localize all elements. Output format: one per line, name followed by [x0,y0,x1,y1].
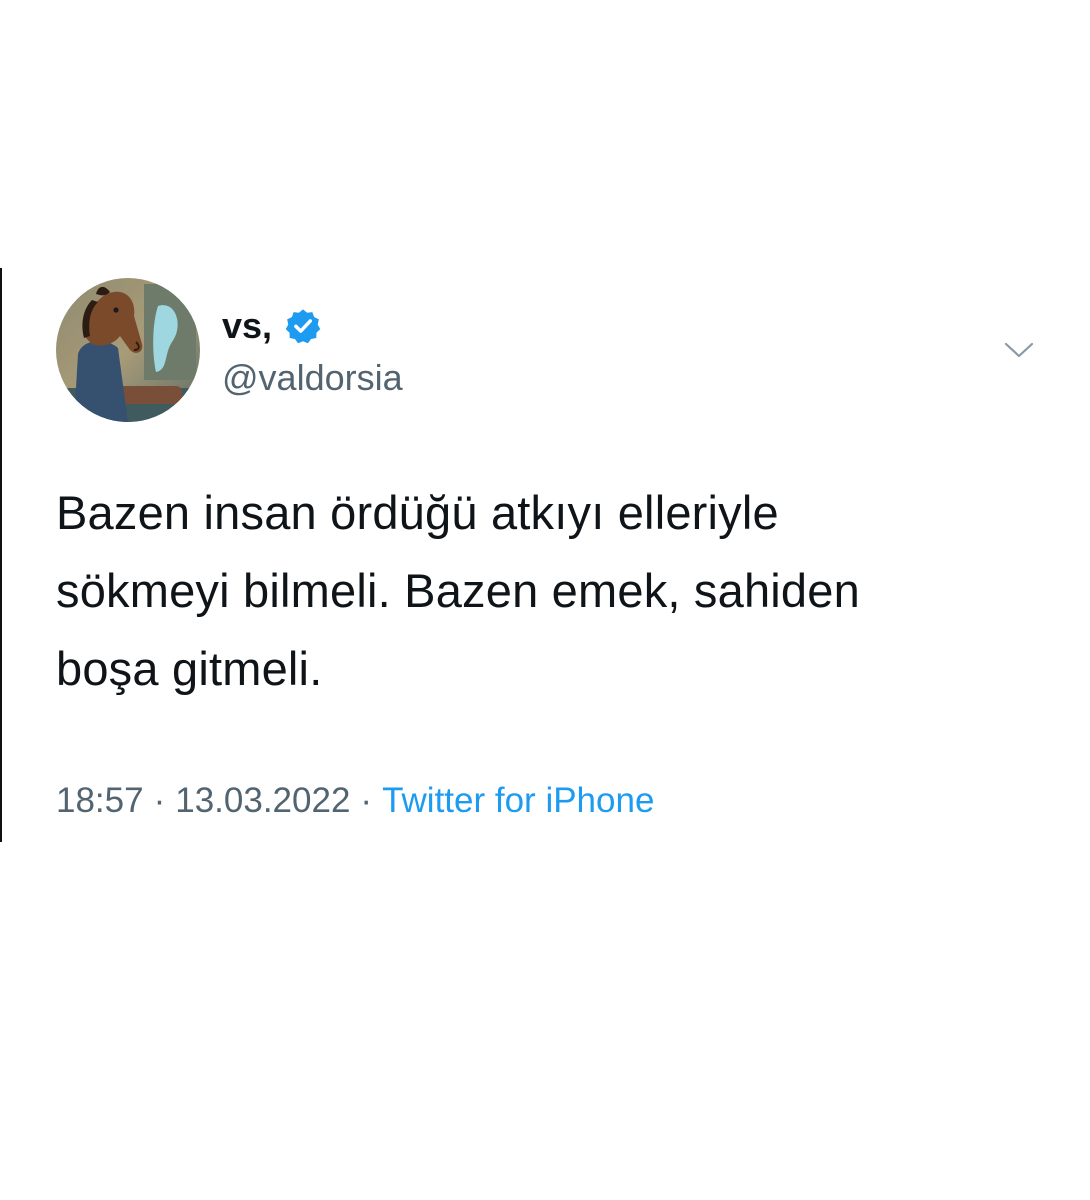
tweet-header: vs, @valdorsia [56,278,1046,424]
tweet-date[interactable]: 13.03.2022 [175,781,350,820]
meta-separator: · [360,781,373,820]
tweet-source-link[interactable]: Twitter for iPhone [382,781,654,820]
verified-badge-icon [284,307,322,345]
left-edge-divider [0,268,2,842]
tweet-text-line: boşa gitmeli. [56,642,323,695]
author-handle[interactable]: @valdorsia [222,356,403,400]
tweet-text-line: Bazen insan ördüğü atkıyı elleriyle [56,486,779,539]
tweet-metadata: 18:57 · 13.03.2022 · Twitter for iPhone [56,778,654,824]
meta-separator: · [153,781,166,820]
tweet-text: Bazen insan ördüğü atkıyı elleriyle sökm… [56,474,1041,708]
author-name-row: vs, [222,304,322,348]
tweet-time[interactable]: 18:57 [56,781,144,820]
tweet-card: vs, @valdorsia Bazen insan ördüğü atkıyı… [56,278,1046,838]
avatar[interactable] [56,278,200,422]
tweet-menu-button[interactable] [994,330,1044,370]
author-display-name[interactable]: vs, [222,304,272,348]
tweet-text-line: sökmeyi bilmeli. Bazen emek, sahiden [56,564,860,617]
cartoon-horse-avatar-icon [56,278,200,422]
chevron-down-icon [1004,342,1034,358]
